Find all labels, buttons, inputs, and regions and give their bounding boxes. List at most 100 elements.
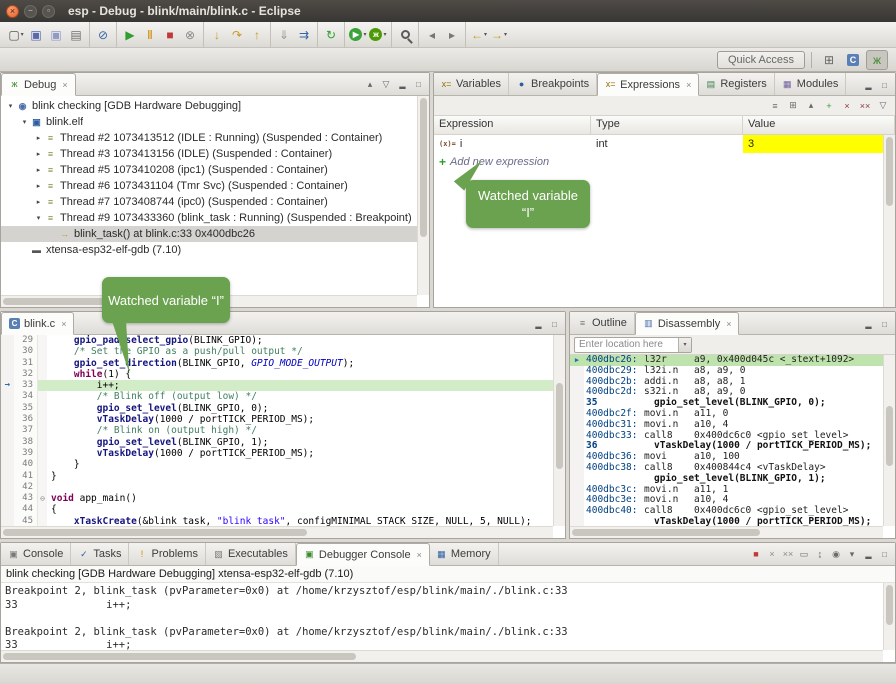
code-line[interactable]: 30 /* Set the GPIO as a push/pull output… (1, 346, 553, 357)
code-line[interactable]: 40 } (1, 459, 553, 470)
cpp-perspective-icon[interactable]: C (842, 50, 864, 70)
tree-collapse-icon[interactable]: ▾ (33, 214, 44, 222)
code-line[interactable]: 31 gpio_set_direction(BLINK_GPIO, GPIO_M… (1, 358, 553, 369)
tab-registers[interactable]: ▤Registers (698, 73, 774, 95)
open-perspective-icon[interactable]: ⊞ (818, 50, 840, 70)
tree-expand-icon[interactable]: ▸ (33, 134, 44, 142)
remove-selected-expressions-icon[interactable]: × (839, 98, 855, 114)
debug-tree-item[interactable]: →blink_task() at blink.c:33 0x400dbc26 (1, 226, 417, 242)
debug-tree-item[interactable]: ▸≡Thread #7 1073408744 (ipc0) (Suspended… (1, 194, 417, 210)
collapse-all-icon[interactable]: ▴ (803, 98, 819, 114)
disasm-line[interactable]: 400dbc29:l32i.na8, a9, 0 (570, 366, 883, 377)
tab-disassembly[interactable]: ▥Disassembly× (635, 312, 740, 335)
code-line[interactable]: 36 vTaskDelay(1000 / portTICK_PERIOD_MS)… (1, 414, 553, 425)
expression-row[interactable]: (x)=iint3 (434, 135, 883, 153)
debug-tree-item[interactable]: ▸≡Thread #6 1073431104 (Tmr Svc) (Suspen… (1, 178, 417, 194)
scrollbar-thumb[interactable] (886, 585, 893, 625)
disasm-source-line[interactable]: gpio_set_level(BLINK_GPIO, 1); (570, 474, 883, 485)
minimize-view-icon[interactable]: ▂ (861, 78, 876, 92)
titlebar[interactable]: × − ▫ esp - Debug - blink/main/blink.c -… (0, 0, 896, 22)
scrollbar-thumb[interactable] (886, 406, 893, 466)
editor-vertical-scrollbar[interactable] (553, 335, 565, 526)
scroll-lock-icon[interactable]: ↨ (812, 546, 828, 562)
instruction-stepping-icon[interactable]: ⇉ (294, 25, 314, 45)
tab-tasks[interactable]: ✓Tasks (71, 543, 129, 565)
display-selected-console-icon[interactable]: ▾ (844, 546, 860, 562)
disassembly-vertical-scrollbar[interactable] (883, 355, 895, 526)
remove-all-launches-icon[interactable]: ×× (780, 546, 796, 562)
column-header-expression[interactable]: Expression (434, 116, 591, 134)
previous-annotation-icon[interactable]: ◂ (422, 25, 442, 45)
next-annotation-icon[interactable]: ▸ (442, 25, 462, 45)
combo-dropdown-icon[interactable]: ▾ (678, 338, 691, 352)
new-icon[interactable]: ▢▾ (6, 25, 26, 45)
maximize-view-icon[interactable]: □ (877, 547, 892, 561)
save-icon[interactable]: ▣ (26, 25, 46, 45)
search-icon[interactable] (395, 25, 415, 45)
suspend-icon[interactable]: Ⅱ (140, 25, 160, 45)
debug-view-menu-icon[interactable]: ▽ (378, 76, 394, 92)
disasm-source-line[interactable]: vTaskDelay(1000 / portTICK_PERIOD_MS); (570, 517, 883, 526)
window-minimize-button[interactable]: − (24, 5, 37, 18)
code-line[interactable]: 38 gpio_set_level(BLINK_GPIO, 1); (1, 437, 553, 448)
debug-tree-item[interactable]: ▾▣blink.elf (1, 114, 417, 130)
view-menu-icon[interactable]: ▽ (875, 98, 891, 114)
clear-console-icon[interactable]: ▭ (796, 546, 812, 562)
scrollbar-thumb[interactable] (572, 529, 760, 536)
code-line[interactable]: 39 vTaskDelay(1000 / portTICK_PERIOD_MS)… (1, 448, 553, 459)
scrollbar-thumb[interactable] (556, 383, 563, 469)
location-input[interactable]: Enter location here (575, 339, 678, 350)
tab-modules[interactable]: ▦Modules (775, 73, 847, 95)
close-tab-icon[interactable]: × (686, 80, 691, 90)
restart-icon[interactable]: ↻ (321, 25, 341, 45)
step-over-icon[interactable]: ↷ (227, 25, 247, 45)
debug-tree-item[interactable]: ▸≡Thread #2 1073413512 (IDLE : Running) … (1, 130, 417, 146)
add-new-expression-icon[interactable]: + (821, 98, 837, 114)
remove-all-expressions-icon[interactable]: ×× (857, 98, 873, 114)
tab-executables[interactable]: ▧Executables (206, 543, 296, 565)
minimize-view-icon[interactable]: ▂ (861, 317, 876, 331)
close-tab-icon[interactable]: × (417, 550, 422, 560)
pin-console-icon[interactable]: ◉ (828, 546, 844, 562)
code-line[interactable]: →33 i++; (1, 380, 553, 391)
location-combo[interactable]: Enter location here ▾ (574, 337, 692, 353)
add-expression-row[interactable]: +Add new expression (434, 153, 883, 171)
minimize-view-icon[interactable]: ▂ (861, 547, 876, 561)
maximize-view-icon[interactable]: □ (877, 317, 892, 331)
step-into-icon[interactable]: ↓ (207, 25, 227, 45)
scrollbar-thumb[interactable] (420, 98, 427, 237)
skip-all-breakpoints-icon[interactable]: ⊘ (93, 25, 113, 45)
tab-breakpoints[interactable]: ●Breakpoints (509, 73, 597, 95)
code-editor[interactable]: 29 gpio_pad_select_gpio(BLINK_GPIO);30 /… (1, 335, 553, 526)
console-vertical-scrollbar[interactable] (883, 583, 895, 650)
close-tab-icon[interactable]: × (726, 319, 731, 329)
code-line[interactable]: 32 while(1) { (1, 369, 553, 380)
disassembly-horizontal-scrollbar[interactable] (570, 526, 883, 538)
code-line[interactable]: 43⊖void app_main() (1, 493, 553, 504)
debug-tree-item[interactable]: ▾◉blink checking [GDB Hardware Debugging… (1, 98, 417, 114)
step-return-icon[interactable]: ↑ (247, 25, 267, 45)
close-tab-icon[interactable]: × (62, 80, 67, 90)
scrollbar-thumb[interactable] (3, 653, 356, 660)
debug-tree-item[interactable]: ▸≡Thread #5 1073410208 (ipc1) (Suspended… (1, 162, 417, 178)
tab-console[interactable]: ▣Console (1, 543, 71, 565)
forward-dropdown-icon[interactable]: ▾ (504, 31, 507, 38)
print-icon[interactable]: ▤ (66, 25, 86, 45)
debug-vertical-scrollbar[interactable] (417, 96, 429, 295)
minimize-view-icon[interactable]: ▂ (395, 77, 410, 91)
debug-tree-item[interactable]: ▬xtensa-esp32-elf-gdb (7.10) (1, 242, 417, 258)
tab-outline[interactable]: ≡Outline (570, 312, 635, 334)
debug-tree-item[interactable]: ▾≡Thread #9 1073433360 (blink_task : Run… (1, 210, 417, 226)
tab-debugger-console[interactable]: ▣Debugger Console× (296, 543, 430, 566)
disassembly-listing[interactable]: ▶400dbc26:l32ra9, 0x400d045c <_stext+109… (570, 355, 883, 526)
disconnect-icon[interactable]: ⊗ (180, 25, 200, 45)
run-dropdown-icon[interactable]: ▾ (363, 31, 366, 38)
terminate-icon[interactable]: ■ (748, 546, 764, 562)
scrollbar-thumb[interactable] (886, 137, 893, 206)
back-icon[interactable]: ←▾ (469, 25, 489, 45)
tab-blink-c[interactable]: Cblink.c× (1, 312, 74, 335)
collapse-all-icon[interactable]: ▴ (362, 76, 378, 92)
debug-dropdown-icon[interactable]: ▾ (383, 31, 386, 38)
debug-perspective-icon[interactable]: ж (866, 50, 888, 70)
run-icon[interactable]: ▶▾ (348, 25, 368, 45)
